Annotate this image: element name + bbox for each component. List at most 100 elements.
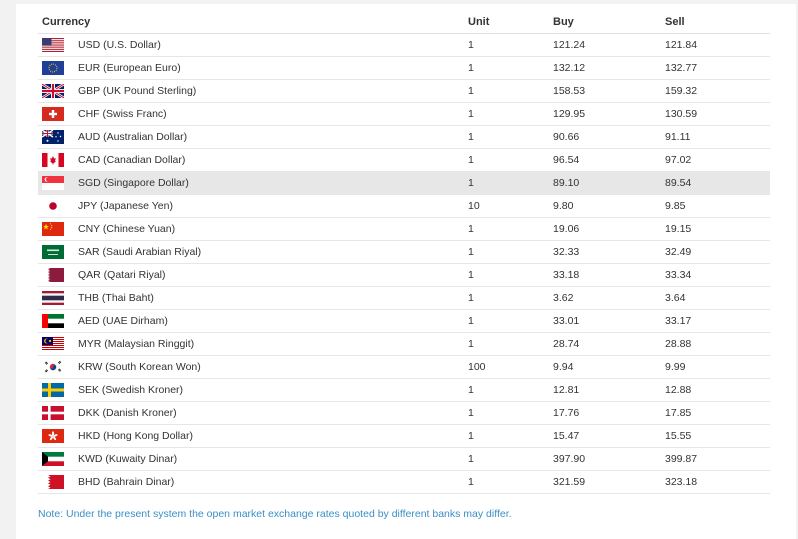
dk-flag-icon [42,406,64,420]
buy-cell: 15.47 [553,424,665,448]
buy-cell: 9.94 [553,355,665,379]
sell-cell: 28.88 [665,332,770,356]
sell-cell: 33.17 [665,309,770,333]
currency-cell: CNY (Chinese Yuan) [38,217,468,241]
sell-cell: 121.84 [665,33,770,57]
currency-cell: AUD (Australian Dollar) [38,125,468,149]
currency-cell: GBP (UK Pound Sterling) [38,79,468,103]
sell-cell: 89.54 [665,171,770,195]
unit-cell: 1 [468,286,553,310]
currency-name: AUD (Australian Dollar) [78,131,188,143]
table-row: AUD (Australian Dollar) 1 90.66 91.11 [38,125,770,149]
unit-cell: 1 [468,217,553,241]
buy-cell: 90.66 [553,125,665,149]
us-flag-icon [42,38,64,52]
kw-flag-icon [42,452,64,466]
sell-cell: 3.64 [665,286,770,310]
currency-name: SGD (Singapore Dollar) [78,177,189,189]
sell-cell: 323.18 [665,470,770,494]
hk-flag-icon [42,429,64,443]
buy-cell: 32.33 [553,240,665,264]
unit-cell: 1 [468,263,553,287]
currency-name: CAD (Canadian Dollar) [78,154,186,166]
sell-cell: 12.88 [665,378,770,402]
sell-cell: 9.99 [665,355,770,379]
currency-cell: QAR (Qatari Riyal) [38,263,468,287]
currency-name: JPY (Japanese Yen) [78,200,173,212]
buy-cell: 33.01 [553,309,665,333]
table-row: THB (Thai Baht) 1 3.62 3.64 [38,286,770,310]
buy-cell: 321.59 [553,470,665,494]
currency-name: GBP (UK Pound Sterling) [78,85,197,97]
currency-cell: CAD (Canadian Dollar) [38,148,468,172]
sell-cell: 132.77 [665,56,770,80]
currency-cell: SAR (Saudi Arabian Riyal) [38,240,468,264]
unit-cell: 1 [468,240,553,264]
my-flag-icon [42,337,64,351]
se-flag-icon [42,383,64,397]
unit-cell: 1 [468,309,553,333]
currency-name: HKD (Hong Kong Dollar) [78,430,193,442]
currency-name: BHD (Bahrain Dinar) [78,476,175,488]
gb-flag-icon [42,84,64,98]
unit-cell: 1 [468,447,553,471]
qa-flag-icon [42,268,64,282]
table-row: GBP (UK Pound Sterling) 1 158.53 159.32 [38,79,770,103]
sell-cell: 32.49 [665,240,770,264]
table-row: SGD (Singapore Dollar) 1 89.10 89.54 [38,171,770,195]
buy-cell: 33.18 [553,263,665,287]
sell-cell: 19.15 [665,217,770,241]
table-row: CNY (Chinese Yuan) 1 19.06 19.15 [38,217,770,241]
table-row: SAR (Saudi Arabian Riyal) 1 32.33 32.49 [38,240,770,264]
th-flag-icon [42,291,64,305]
currency-cell: BHD (Bahrain Dinar) [38,470,468,494]
unit-cell: 1 [468,102,553,126]
currency-cell: SGD (Singapore Dollar) [38,171,468,195]
buy-cell: 3.62 [553,286,665,310]
unit-cell: 1 [468,171,553,195]
buy-cell: 158.53 [553,79,665,103]
currency-cell: THB (Thai Baht) [38,286,468,310]
buy-cell: 397.90 [553,447,665,471]
ch-flag-icon [42,107,64,121]
currency-cell: MYR (Malaysian Ringgit) [38,332,468,356]
sell-cell: 130.59 [665,102,770,126]
unit-cell: 1 [468,470,553,494]
sell-cell: 97.02 [665,148,770,172]
unit-cell: 1 [468,56,553,80]
table-row: SEK (Swedish Kroner) 1 12.81 12.88 [38,378,770,402]
currency-name: MYR (Malaysian Ringgit) [78,338,195,350]
unit-cell: 100 [468,355,553,379]
currency-cell: AED (UAE Dirham) [38,309,468,333]
currency-name: THB (Thai Baht) [78,292,154,304]
currency-name: SEK (Swedish Kroner) [78,384,184,396]
sell-cell: 15.55 [665,424,770,448]
jp-flag-icon [42,199,64,213]
sell-cell: 17.85 [665,401,770,425]
table-header-row: Currency Unit Buy Sell [38,12,770,34]
sell-cell: 91.11 [665,125,770,149]
currency-cell: KWD (Kuwaity Dinar) [38,447,468,471]
currency-name: SAR (Saudi Arabian Riyal) [78,246,202,258]
unit-header: Unit [468,12,553,34]
currency-name: KWD (Kuwaity Dinar) [78,453,178,465]
exchange-rate-table: Currency Unit Buy Sell USD (U.S. Dollar)… [38,12,770,494]
unit-cell: 1 [468,125,553,149]
currency-cell: EUR (European Euro) [38,56,468,80]
table-row: USD (U.S. Dollar) 1 121.24 121.84 [38,33,770,57]
ae-flag-icon [42,314,64,328]
currency-name: USD (U.S. Dollar) [78,39,161,51]
currency-name: CNY (Chinese Yuan) [78,223,176,235]
currency-cell: JPY (Japanese Yen) [38,194,468,218]
unit-cell: 1 [468,148,553,172]
currency-cell: HKD (Hong Kong Dollar) [38,424,468,448]
sell-cell: 9.85 [665,194,770,218]
buy-cell: 132.12 [553,56,665,80]
currency-name: EUR (European Euro) [78,62,181,74]
buy-cell: 28.74 [553,332,665,356]
buy-cell: 121.24 [553,33,665,57]
table-row: MYR (Malaysian Ringgit) 1 28.74 28.88 [38,332,770,356]
currency-cell: KRW (South Korean Won) [38,355,468,379]
currency-name: CHF (Swiss Franc) [78,108,167,120]
buy-cell: 12.81 [553,378,665,402]
